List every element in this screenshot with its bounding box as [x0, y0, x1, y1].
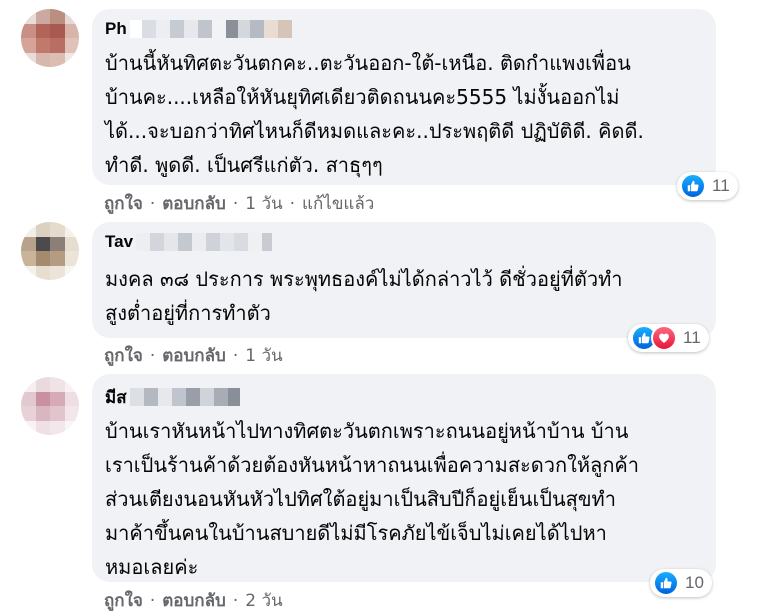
- reply-button[interactable]: ตอบกลับ: [162, 342, 226, 369]
- reply-button[interactable]: ตอบกลับ: [162, 190, 226, 217]
- separator-dot: ·: [289, 193, 296, 214]
- avatar[interactable]: [21, 9, 79, 67]
- edited-label[interactable]: แก้ไขแล้ว: [302, 190, 374, 217]
- reaction-count: 11: [712, 176, 730, 195]
- separator-dot: ·: [149, 590, 156, 611]
- love-icon: [651, 325, 677, 351]
- avatar[interactable]: [21, 222, 79, 280]
- separator-dot: ·: [232, 590, 239, 611]
- reply-button[interactable]: ตอบกลับ: [162, 587, 226, 614]
- reaction-count: 11: [683, 328, 701, 347]
- comment-bubble: Ph บ้านนี้หันทิศตะวันตกคะ..ตะวันออก-ใต้-…: [92, 9, 716, 185]
- comment-text-line: หมอเลยค่ะ: [105, 555, 199, 579]
- comment-text-line: ทำดี. พูดดี. เป็นศรีแก่ตัว. สาธุๆๆ: [105, 153, 383, 177]
- separator-dot: ·: [232, 345, 239, 366]
- reaction-summary[interactable]: 10: [650, 569, 712, 597]
- comment-text-line: เราเป็นร้านค้าด้วยต้องหันหน้าหาถนนเพื่อค…: [105, 453, 640, 477]
- separator-dot: ·: [232, 193, 239, 214]
- comment-text-line: บ้านคะ....เหลือให้หันยุทิศเดียวติดถนนคะ5…: [105, 85, 620, 109]
- avatar[interactable]: [21, 377, 79, 435]
- comment-text-line: มาค้าขึ้นคนในบ้านสบายดีไม่มีโรคภัยไข้เจ็…: [105, 521, 607, 545]
- comment-text-line: บ้านนี้หันทิศตะวันตกคะ..ตะวันออก-ใต้-เหน…: [105, 51, 631, 75]
- separator-dot: ·: [149, 193, 156, 214]
- commenter-name[interactable]: Ph: [105, 19, 127, 39]
- redacted-name-pixels: [129, 388, 240, 406]
- like-button[interactable]: ถูกใจ: [104, 587, 143, 614]
- redacted-name-pixels: [129, 20, 292, 38]
- comment-text-line: บ้านเราหันหน้าไปทางทิศตะวันตกเพราะถนนอยู…: [105, 419, 629, 443]
- comment-text-line: ได้...จะบอกว่าทิศไหนก็ดีหมดและคะ..ประพฤต…: [105, 119, 644, 143]
- reaction-summary[interactable]: 11: [677, 172, 738, 200]
- redacted-name-pixels: [136, 233, 273, 251]
- comment-timestamp[interactable]: 1 วัน: [245, 342, 282, 369]
- commenter-name[interactable]: มีส: [105, 384, 127, 411]
- like-button[interactable]: ถูกใจ: [104, 342, 143, 369]
- comment-bubble: มีส บ้านเราหันหน้าไปทางทิศตะวันตกเพราะถน…: [92, 374, 716, 582]
- like-icon: [680, 173, 706, 199]
- commenter-name[interactable]: Tav: [105, 232, 133, 252]
- comment-bubble: Tav มงคล ๓๘ ประการ พระพุทธองค์ไม่ได้กล่า…: [92, 222, 716, 338]
- comment-timestamp[interactable]: 2 วัน: [245, 587, 282, 614]
- comment-timestamp[interactable]: 1 วัน: [245, 190, 282, 217]
- reaction-count: 10: [685, 573, 704, 592]
- comment-text-line: มงคล ๓๘ ประการ พระพุทธองค์ไม่ได้กล่าวไว้…: [105, 267, 623, 291]
- like-button[interactable]: ถูกใจ: [104, 190, 143, 217]
- comment-text-line: ส่วนเตียงนอนหันหัวไปทิศใต้อยู่มาเป็นสิบป…: [105, 487, 616, 511]
- reaction-summary[interactable]: 11: [628, 324, 709, 352]
- like-icon: [653, 570, 679, 596]
- separator-dot: ·: [149, 345, 156, 366]
- comment-text-line: สูงต่ำอยู่ที่การทำตัว: [105, 301, 271, 325]
